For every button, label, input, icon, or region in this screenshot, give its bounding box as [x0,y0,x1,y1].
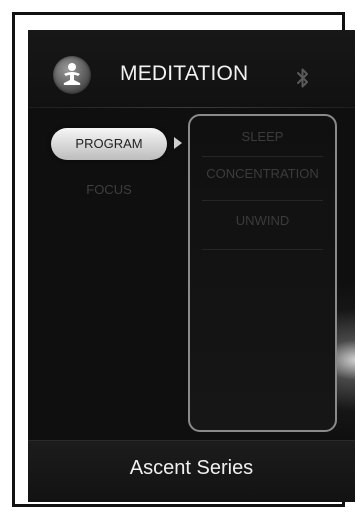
program-item-sleep[interactable]: SLEEP [190,120,335,154]
footer-bar: Ascent Series [28,440,355,502]
list-divider [202,200,323,201]
header-bar: MEDITATION [28,30,355,108]
device-screen: MEDITATION PROGRAM FOCUS SLEEP CONCENTRA… [28,30,355,502]
program-list-panel: SLEEP CONCENTRATION UNWIND [188,114,337,432]
program-item-unwind[interactable]: UNWIND [190,204,335,238]
list-divider [202,249,323,250]
bluetooth-icon[interactable] [296,67,310,89]
selection-arrow-icon [174,137,182,149]
meditation-figure-icon[interactable] [53,56,91,94]
nav-item-program[interactable]: PROGRAM [51,128,167,160]
program-item-concentration[interactable]: CONCENTRATION [190,157,335,191]
nav-item-focus[interactable]: FOCUS [51,178,167,202]
header-divider [28,107,355,108]
footer-label: Ascent Series [129,457,254,479]
page-title: MEDITATION [120,62,249,85]
